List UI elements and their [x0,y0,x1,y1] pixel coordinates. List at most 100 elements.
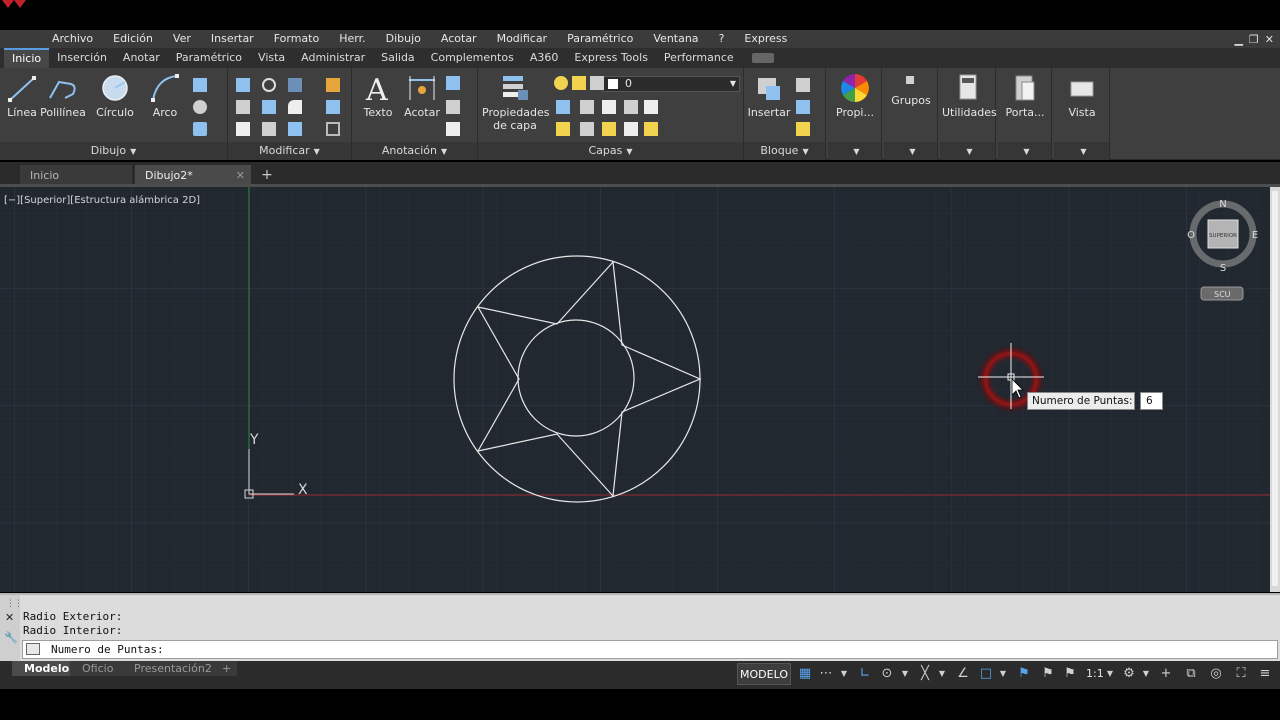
ortho-icon[interactable]: ∟ [857,666,873,682]
copy-icon[interactable] [236,100,250,114]
polar-icon[interactable]: ⊙ [879,666,895,682]
layer-sun-icon[interactable] [572,76,586,90]
tab-administrar[interactable]: Administrar [293,48,373,68]
panel-expand-portapapeles[interactable]: ▼ [998,142,1051,160]
close-command-icon[interactable]: ✕ [5,611,14,624]
restore-icon[interactable]: ❐ [1249,33,1259,46]
viewport-controls-label[interactable]: [−][Superior][Estructura alámbrica 2D] [4,195,200,206]
clean-screen-icon[interactable]: ⛶ [1233,666,1249,682]
groups-button[interactable]: Grupos [886,72,936,107]
close-tab-icon[interactable]: ✕ [236,165,245,186]
menu-ventana[interactable]: Ventana [643,30,708,48]
annotation-scale-icon[interactable]: ⚑ [1062,666,1078,682]
model-space-button[interactable]: MODELO [737,663,791,685]
annotation-scale-value[interactable]: 1:1 [1086,666,1104,682]
layer-properties-button[interactable]: Propiedades de capa [482,72,549,132]
layer-walk-icon[interactable] [602,122,616,136]
hatch-icon[interactable] [193,100,207,114]
tab-parametrico[interactable]: Paramétrico [168,48,250,68]
layer-thaw-icon[interactable] [556,122,570,136]
move-icon[interactable] [236,78,250,92]
text-tool-button[interactable]: A Texto [360,72,396,119]
layer-merge-icon[interactable] [624,122,638,136]
erase-icon[interactable] [326,78,340,92]
customize-wrench-icon[interactable]: 🔧 [4,631,18,644]
layer-previous-icon[interactable] [580,100,594,114]
gear-icon[interactable]: ⚙ [1121,666,1137,682]
chevron-down-icon[interactable]: ▼ [899,666,911,682]
circle-tool-button[interactable]: Círculo [94,72,136,119]
menu-edicion[interactable]: Edición [103,30,163,48]
tab-performance[interactable]: Performance [656,48,742,68]
menu-herr[interactable]: Herr. [329,30,375,48]
insert-block-button[interactable]: Insertar [746,72,792,119]
command-window-handle[interactable]: ⋮⋮ ✕ 🔧 [0,595,23,661]
menu-dibujo[interactable]: Dibujo [376,30,431,48]
menu-archivo[interactable]: Archivo [42,30,103,48]
tab-vista[interactable]: Vista [250,48,293,68]
tab-inicio[interactable]: Inicio [4,48,50,68]
layer-unisolate-icon[interactable] [624,100,638,114]
view-button[interactable]: Vista [1056,72,1108,119]
chevron-down-icon[interactable]: ▼ [1140,666,1152,682]
chevron-down-icon[interactable]: ▼ [997,666,1009,682]
panel-title-capas[interactable]: Capas ▼ [478,142,743,160]
stretch-icon[interactable] [236,122,250,136]
grip-icon[interactable]: ⋮⋮ [6,599,23,609]
add-layout-icon[interactable]: + [216,661,238,676]
autocad-logo-icon[interactable] [0,0,36,10]
scrollbar-thumb[interactable] [1272,191,1278,586]
tab-anotar[interactable]: Anotar [115,48,168,68]
layer-lock-icon[interactable] [590,76,604,90]
scale-icon[interactable] [262,122,276,136]
tab-express-tools[interactable]: Express Tools [566,48,656,68]
layer-isolate-icon[interactable] [602,100,616,114]
menu-help[interactable]: ? [709,30,735,48]
menu-ver[interactable]: Ver [163,30,201,48]
menu-insertar[interactable]: Insertar [201,30,264,48]
polyline-tool-button[interactable]: Polilínea [40,72,86,119]
tab-a360[interactable]: A360 [522,48,567,68]
leader-icon[interactable] [446,76,460,90]
isodraft-icon[interactable]: ╳ [917,666,933,682]
layer-freeze-icon[interactable] [644,100,658,114]
menu-acotar[interactable]: Acotar [431,30,487,48]
arc-tool-button[interactable]: Arco [146,72,184,119]
properties-button[interactable]: Propi... [830,72,880,119]
layer-on-icon[interactable] [554,76,568,90]
chevron-down-icon[interactable]: ▼ [936,666,948,682]
auto-scale-icon[interactable]: ⚑ [1040,666,1056,682]
boundary-icon[interactable] [193,122,207,136]
isolate-objects-icon[interactable]: ⧉ [1183,666,1199,682]
dynamic-input-field[interactable]: 6 [1140,392,1163,410]
clipboard-button[interactable]: Porta... [1000,72,1050,119]
layer-match-icon[interactable] [556,100,570,114]
file-tab-start[interactable]: Inicio [20,165,132,186]
edit-block-icon[interactable] [796,100,810,114]
explode-icon[interactable] [326,100,340,114]
tab-insercion[interactable]: Inserción [49,48,115,68]
tab-complementos[interactable]: Complementos [423,48,522,68]
hardware-acceleration-icon[interactable]: ◎ [1208,666,1224,682]
close-icon[interactable]: ✕ [1265,33,1274,46]
menu-formato[interactable]: Formato [264,30,330,48]
file-tab-dibujo2[interactable]: Dibujo2* ✕ [135,165,251,186]
panel-expand-utilidades[interactable]: ▼ [940,142,995,160]
object-snap-icon[interactable]: □ [978,666,994,682]
create-block-icon[interactable] [796,78,810,92]
panel-title-modificar[interactable]: Modificar ▼ [228,142,351,160]
panel-title-anotacion[interactable]: Anotación ▼ [352,142,477,160]
layer-off-icon[interactable] [580,122,594,136]
command-line-input[interactable]: Numero de Puntas: [22,640,1278,659]
panel-expand-vista[interactable]: ▼ [1054,142,1109,160]
mirror-icon[interactable] [262,100,276,114]
drawing-canvas[interactable]: Y X SUPERIOR N S E O SCU [−][Superior][E… [0,187,1270,592]
layer-dropdown[interactable]: 0 ▼ [602,76,740,92]
dimension-tool-button[interactable]: Acotar [404,72,440,119]
multileader-icon[interactable] [446,100,460,114]
new-tab-icon[interactable]: + [258,167,276,183]
annotation-visibility-icon[interactable]: ⚑ [1016,666,1032,682]
edit-attributes-icon[interactable] [796,122,810,136]
vertical-scrollbar[interactable] [1270,187,1280,592]
minimize-icon[interactable]: ▁ [1234,33,1242,46]
